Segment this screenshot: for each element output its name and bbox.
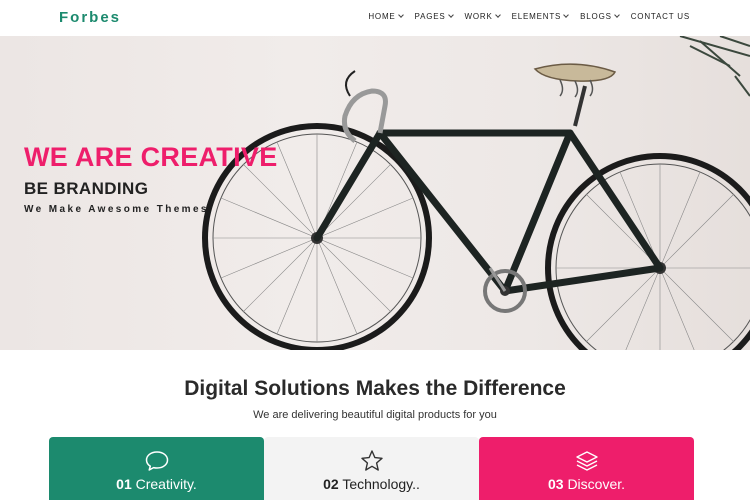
layers-icon — [575, 451, 598, 471]
chevron-down-icon — [613, 12, 620, 18]
feature-card-text: Discover. — [567, 476, 626, 492]
feature-card-label: 02 Technology.. — [264, 476, 479, 492]
chevron-down-icon — [494, 12, 501, 18]
nav-item-work[interactable]: WORK — [464, 12, 501, 21]
nav-item-pages[interactable]: PAGES — [414, 12, 454, 21]
nav-item-home[interactable]: HOME — [368, 12, 404, 21]
section-title: Digital Solutions Makes the Difference — [184, 377, 566, 400]
chevron-down-icon — [563, 12, 569, 18]
feature-card-text: Creativity. — [135, 476, 197, 492]
hero-tagline: We Make Awesome Themes — [24, 204, 209, 215]
nav-item-label: PAGES — [414, 12, 446, 21]
nav-item-contact-us[interactable]: CONTACT US — [631, 12, 690, 21]
feature-card-number: 02 — [323, 476, 339, 492]
chat-bubble-icon — [145, 451, 168, 471]
chevron-down-icon — [397, 12, 404, 18]
nav-item-label: HOME — [368, 12, 396, 21]
site-header: Forbes HOME PAGES WORK ELEMENTS BLOGS CO… — [0, 0, 750, 36]
chevron-down-icon — [447, 12, 454, 18]
section-subtitle: We are delivering beautiful digital prod… — [253, 409, 497, 421]
feature-card-number: 01 — [116, 476, 132, 492]
main-nav: HOME PAGES WORK ELEMENTS BLOGS CONTACT U… — [356, 12, 690, 21]
star-icon — [360, 450, 383, 471]
hero-subtitle: BE BRANDING — [24, 179, 149, 198]
nav-item-label: CONTACT US — [630, 12, 690, 21]
nav-item-label: WORK — [464, 12, 493, 21]
feature-card-technology[interactable]: 02 Technology.. — [264, 437, 479, 500]
nav-item-elements[interactable]: ELEMENTS — [512, 12, 569, 21]
feature-card-text: Technology.. — [342, 476, 420, 492]
feature-card-number: 03 — [547, 476, 564, 492]
feature-card-creativity[interactable]: 01 Creativity. — [49, 437, 264, 500]
logo[interactable]: Forbes — [59, 9, 121, 26]
feature-card-label: 01 Creativity. — [49, 476, 264, 492]
feature-card-label: 03 Discover. — [479, 476, 694, 492]
nav-item-blogs[interactable]: BLOGS — [580, 12, 620, 21]
nav-item-label: ELEMENTS — [511, 12, 562, 21]
feature-cards: 01 Creativity. 02 Technology.. 03 Discov… — [49, 437, 694, 500]
nav-item-label: BLOGS — [580, 12, 612, 21]
feature-card-discover[interactable]: 03 Discover. — [479, 437, 694, 500]
hero-banner: WE ARE CREATIVE BE BRANDING We Make Awes… — [0, 36, 750, 350]
hero-title: WE ARE CREATIVE — [24, 142, 278, 172]
